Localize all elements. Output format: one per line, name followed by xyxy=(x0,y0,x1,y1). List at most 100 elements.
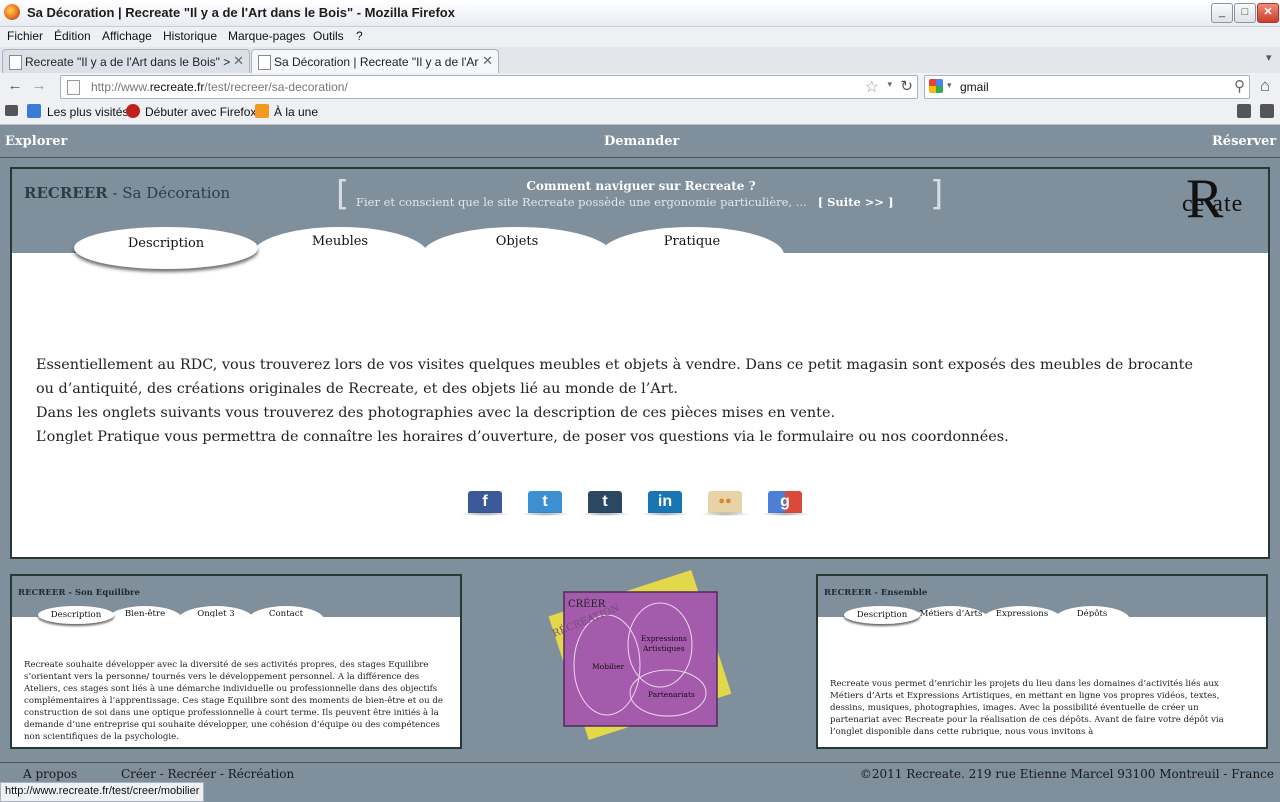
description-text: Essentiellement au RDC, vous trouverez l… xyxy=(36,353,1196,449)
site-footer: A propos Créer - Recréer - Récréation ©2… xyxy=(0,762,1280,783)
diagram-creer: CRÉER xyxy=(568,598,606,610)
close-tab-icon[interactable]: ✕ xyxy=(233,53,244,69)
browser-tab[interactable]: Recreate "Il y a de l'Art dans le Bois" … xyxy=(2,49,250,73)
panel-title: RECREER - Son Equilibre xyxy=(18,588,140,598)
howto-more-link[interactable]: [ Suite >> ] xyxy=(818,195,894,209)
google-icon[interactable] xyxy=(929,79,943,93)
url-prefix: http://www. xyxy=(91,80,150,94)
search-icon[interactable]: ⚲ xyxy=(1234,77,1245,95)
menu-help[interactable]: ? xyxy=(356,29,363,43)
firefox-bookmark-icon xyxy=(126,104,140,118)
tab-bar: Recreate "Il y a de l'Art dans le Bois" … xyxy=(0,47,1280,74)
menu-marque-pages[interactable]: Marque-pages xyxy=(228,29,305,43)
paragraph: L’onglet Pratique vous permettra de conn… xyxy=(36,429,1009,445)
url-text[interactable]: http://www.recreate.fr/test/recreer/sa-d… xyxy=(91,80,348,94)
menu-fichier[interactable]: Fichier xyxy=(7,29,43,43)
main-panel: RECREER - Sa Décoration [ ] Comment navi… xyxy=(10,167,1270,559)
howto-text: Fier et conscient que le site Recreate p… xyxy=(356,195,894,209)
url-domain: recreate.fr xyxy=(149,80,205,94)
howto-title: Comment naviguer sur Recreate ? xyxy=(526,179,756,193)
menu-historique[interactable]: Historique xyxy=(163,29,217,43)
search-input[interactable]: gmail xyxy=(960,80,989,94)
add-bookmark-icon[interactable] xyxy=(1260,104,1274,118)
tab-description[interactable]: Description xyxy=(38,606,114,624)
footer-apropos[interactable]: A propos xyxy=(23,767,77,781)
tab-label: Sa Décoration | Recreate "Il y a de l'Ar… xyxy=(274,55,479,69)
facebook-glyph: f xyxy=(482,493,488,510)
minimize-button[interactable]: _ xyxy=(1211,3,1233,23)
reload-icon[interactable]: ↻ xyxy=(900,77,913,95)
facebook-icon[interactable]: f xyxy=(460,491,510,516)
rss-icon xyxy=(255,104,269,118)
menu-affichage[interactable]: Affichage xyxy=(102,29,152,43)
howto-excerpt: Fier et conscient que le site Recreate p… xyxy=(356,195,807,209)
bookmark-getting-started[interactable]: Débuter avec Firefox xyxy=(145,105,256,119)
firefox-icon xyxy=(4,4,20,20)
howto-box: [ ] Comment naviguer sur Recreate ? Fier… xyxy=(336,175,943,215)
content-area: Essentiellement au RDC, vous trouverez l… xyxy=(12,253,1268,557)
url-history-dropdown-icon[interactable]: ▾ xyxy=(887,79,892,90)
flickr-icon[interactable]: ●● xyxy=(700,491,750,516)
equilibre-panel: RECREER - Son Equilibre Bien-être Onglet… xyxy=(10,574,462,749)
tab-objets[interactable]: Objets xyxy=(422,227,612,255)
creer-recreer-diagram[interactable]: CRÉER RÉCRÉATION Mobilier Expressions Ar… xyxy=(540,565,740,755)
most-visited-icon xyxy=(27,104,41,118)
tab-pratique[interactable]: Pratique xyxy=(600,227,784,255)
window-title: Sa Décoration | Recreate "Il y a de l'Ar… xyxy=(27,5,455,20)
bookmarks-bar: Les plus visités Débuter avec Firefox À … xyxy=(0,100,1280,125)
bookmark-most-visited[interactable]: Les plus visités xyxy=(47,105,128,119)
url-bar[interactable]: http://www.recreate.fr/test/recreer/sa-d… xyxy=(60,75,918,99)
nav-reserver[interactable]: Réserver xyxy=(1212,134,1276,149)
twitter-glyph: t xyxy=(542,493,548,510)
panel-text: Recreate souhaite développer avec la div… xyxy=(24,660,443,742)
ensemble-panel: RECREER - Ensemble Métiers d’Arts Expres… xyxy=(816,574,1268,749)
page-icon xyxy=(67,80,80,95)
back-button[interactable]: ← xyxy=(4,76,26,96)
panel-title: RECREER - Ensemble xyxy=(824,588,928,598)
tumblr-glyph: t xyxy=(602,493,608,510)
google-share-icon[interactable]: g xyxy=(760,491,810,516)
home-icon[interactable]: ⌂ xyxy=(1254,76,1276,96)
page-title: RECREER - Sa Décoration xyxy=(24,184,230,202)
menu-edition[interactable]: Édition xyxy=(54,29,91,43)
flickr-glyph: ●● xyxy=(718,495,732,507)
engine-dropdown-icon[interactable]: ▾ xyxy=(947,80,952,91)
close-window-button[interactable]: ✕ xyxy=(1257,3,1279,23)
forward-button[interactable]: → xyxy=(28,76,50,96)
search-bar[interactable]: ▾ gmail ⚲ xyxy=(924,75,1250,99)
recreate-logo[interactable]: R ce ate xyxy=(1182,168,1262,231)
browser-tab-active[interactable]: Sa Décoration | Recreate "Il y a de l'Ar… xyxy=(251,49,499,73)
bookmarks-star-icon[interactable] xyxy=(1237,104,1251,118)
site-top-nav: Explorer Demander Réserver xyxy=(0,125,1280,158)
tab-list-icon[interactable]: ▾ xyxy=(1266,51,1272,64)
tumblr-icon[interactable]: t xyxy=(580,491,630,516)
bookmark-star-icon[interactable]: ☆ xyxy=(865,77,879,97)
linkedin-icon[interactable]: in xyxy=(640,491,690,516)
tab-meubles[interactable]: Meubles xyxy=(252,227,428,255)
page-icon xyxy=(9,55,22,70)
diagram-expressions: Expressions xyxy=(641,634,687,643)
linkedin-glyph: in xyxy=(657,493,673,510)
google-glyph: g xyxy=(780,493,790,510)
paragraph: Essentiellement au RDC, vous trouverez l… xyxy=(36,357,1193,397)
bookmark-headlines[interactable]: À la une xyxy=(274,105,318,119)
nav-demander[interactable]: Demander xyxy=(604,134,679,149)
page-content: Explorer Demander Réserver RECREER - Sa … xyxy=(0,125,1280,783)
maximize-button[interactable]: □ xyxy=(1234,3,1256,23)
diagram-artistiques: Artistiques xyxy=(642,644,685,653)
title-strong: RECREER xyxy=(24,184,108,202)
status-bar: http://www.recreate.fr/test/creer/mobili… xyxy=(0,782,205,802)
nav-explorer[interactable]: Explorer xyxy=(5,134,67,149)
footer-links[interactable]: Créer - Recréer - Récréation xyxy=(121,767,294,781)
print-icon[interactable] xyxy=(5,105,18,116)
window-titlebar: Sa Décoration | Recreate "Il y a de l'Ar… xyxy=(0,0,1280,27)
tab-description[interactable]: Description xyxy=(74,227,258,269)
menu-bar: Fichier Édition Affichage Historique Mar… xyxy=(0,27,1280,47)
page-icon xyxy=(258,55,271,70)
title-rest: - Sa Décoration xyxy=(107,184,231,202)
tab-description[interactable]: Description xyxy=(844,606,920,624)
twitter-icon[interactable]: t xyxy=(520,491,570,516)
paragraph: Dans les onglets suivants vous trouverez… xyxy=(36,405,836,421)
close-tab-icon[interactable]: ✕ xyxy=(482,53,493,69)
menu-outils[interactable]: Outils xyxy=(313,29,344,43)
